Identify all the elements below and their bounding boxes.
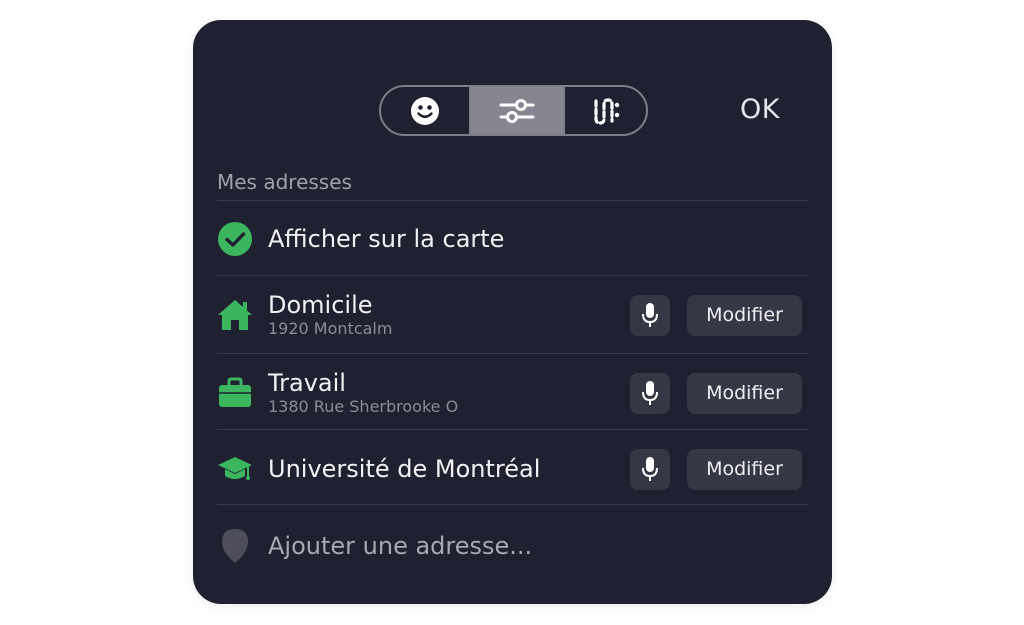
modify-button[interactable]: Modifier: [687, 294, 802, 336]
microphone-icon: [642, 381, 658, 405]
graduation-cap-icon: [217, 451, 253, 487]
address-row-work: Travail 1380 Rue Sherbrooke O Modifier: [217, 367, 802, 419]
check-circle-icon: [217, 221, 253, 257]
address-detail: 1380 Rue Sherbrooke O: [268, 397, 459, 416]
address-settings-panel: OK Mes adresses Afficher sur la carte Do…: [193, 20, 832, 604]
briefcase-icon: [217, 375, 253, 411]
divider: [217, 504, 808, 505]
section-title: Mes adresses: [217, 170, 352, 194]
transit-route-icon: [593, 97, 619, 125]
microphone-icon: [642, 457, 658, 481]
address-name: Domicile: [268, 291, 373, 319]
dictate-button[interactable]: [630, 294, 670, 336]
address-detail: 1920 Montcalm: [268, 319, 393, 338]
address-row-home: Domicile 1920 Montcalm Modifier: [217, 289, 802, 341]
modify-button[interactable]: Modifier: [687, 448, 802, 490]
divider: [217, 200, 808, 201]
ok-button[interactable]: OK: [740, 92, 780, 128]
divider: [217, 429, 808, 430]
segment-settings[interactable]: [469, 87, 563, 134]
address-name: Travail: [268, 369, 346, 397]
show-on-map-toggle[interactable]: Afficher sur la carte: [217, 218, 802, 260]
add-address-button[interactable]: Ajouter une adresse...: [217, 525, 802, 567]
address-row-university: Université de Montréal Modifier: [217, 448, 802, 490]
microphone-icon: [642, 303, 658, 327]
dictate-button[interactable]: [630, 372, 670, 414]
divider: [217, 275, 808, 276]
sliders-icon: [499, 98, 535, 123]
segment-transit[interactable]: [563, 87, 646, 134]
address-name: Université de Montréal: [268, 455, 541, 483]
modify-button[interactable]: Modifier: [687, 372, 802, 414]
home-icon: [217, 297, 253, 333]
mode-segmented-control: [379, 85, 648, 136]
divider: [217, 353, 808, 354]
segment-emoji[interactable]: [381, 87, 469, 134]
show-on-map-label: Afficher sur la carte: [268, 225, 505, 253]
dictate-button[interactable]: [630, 448, 670, 490]
smiley-face-icon: [411, 96, 439, 125]
add-address-label: Ajouter une adresse...: [268, 532, 533, 560]
map-pin-icon: [217, 528, 253, 564]
